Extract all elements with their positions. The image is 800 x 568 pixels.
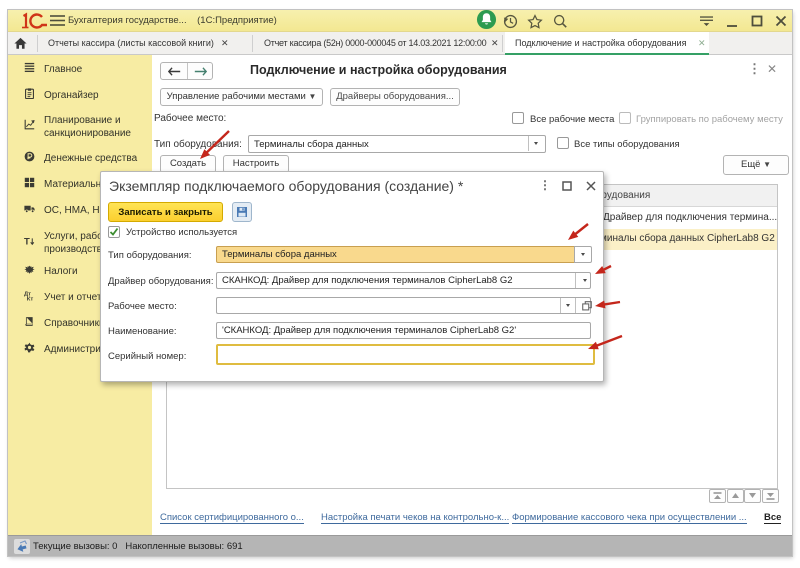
svg-text:Т: Т [24, 236, 30, 247]
svg-text:Кт: Кт [27, 297, 34, 301]
